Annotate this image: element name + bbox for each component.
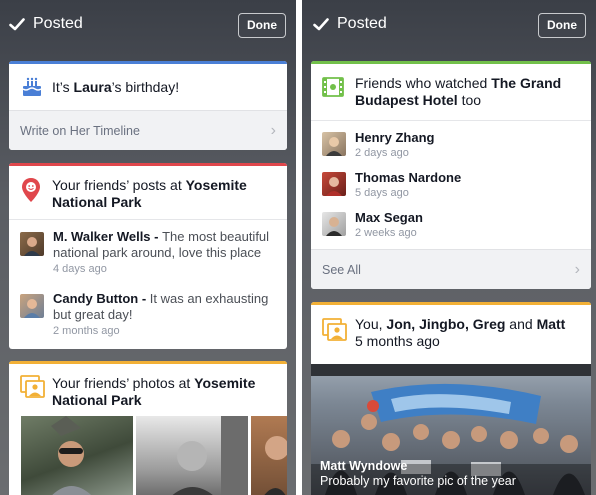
person-name[interactable]: Max Segan — [355, 210, 423, 226]
list-item: M. Walker Wells - The most beautiful nat… — [53, 229, 273, 276]
timestamp: 5 days ago — [355, 187, 409, 199]
top-bar: Posted Done — [302, 0, 596, 54]
chevron-right-icon: › — [270, 122, 276, 139]
list-item: Thomas Nardone 5 days ago — [355, 170, 461, 200]
posted-label: Posted — [337, 15, 387, 32]
person-name[interactable]: Henry Zhang — [355, 130, 434, 146]
checkmark-icon — [313, 17, 329, 30]
avatar[interactable] — [20, 294, 44, 318]
avatar[interactable] — [322, 172, 346, 196]
avatar[interactable] — [322, 132, 346, 156]
left-phone-screen: Posted Done It’s Laura’s birthday! Write… — [0, 0, 296, 495]
watched-title: Friends who watched The Grand Budapest Ho… — [355, 75, 562, 108]
group-photo-time: 5 months ago — [355, 333, 440, 349]
chevron-right-icon: › — [574, 261, 580, 278]
card-accent — [9, 61, 287, 64]
film-icon — [322, 77, 344, 102]
person-name[interactable]: Candy Button — [53, 291, 138, 306]
top-bar: Posted Done — [0, 0, 296, 54]
caption-author[interactable]: Matt Wyndowe — [320, 459, 516, 474]
list-item: Candy Button - It was an exhausting but … — [53, 291, 273, 338]
friends-posts-card: Your friends’ posts at Yosemite National … — [9, 163, 287, 349]
list-item: Max Segan 2 weeks ago — [355, 210, 423, 240]
location-pin-icon — [21, 177, 41, 208]
photos-icon — [20, 375, 46, 404]
card-accent — [311, 61, 591, 64]
done-button[interactable]: Done — [238, 13, 286, 38]
photos-icon — [322, 318, 348, 347]
group-photo-title: You, Jon, Jingbo, Greg and Matt 5 months… — [355, 316, 580, 350]
divider — [9, 219, 287, 220]
friend-photo[interactable] — [251, 416, 287, 495]
birthday-title: It’s Laura’s birthday! — [52, 79, 180, 95]
divider — [311, 120, 591, 121]
group-photo-card: You, Jon, Jingbo, Greg and Matt 5 months… — [311, 302, 591, 495]
friends-watched-card: Friends who watched The Grand Budapest Ho… — [311, 61, 591, 289]
person-name[interactable]: M. Walker Wells — [53, 229, 151, 244]
card-accent — [311, 302, 591, 305]
photos-title: Your friends’ photos at Yosemite National… — [52, 375, 256, 408]
card-accent — [9, 361, 287, 364]
done-button[interactable]: Done — [538, 13, 586, 38]
timestamp: 2 months ago — [53, 325, 120, 337]
write-on-timeline-button[interactable]: Write on Her Timeline › — [9, 110, 287, 150]
friend-photo[interactable] — [21, 416, 133, 495]
birthday-person[interactable]: Laura — [74, 79, 112, 95]
timestamp: 2 days ago — [355, 147, 409, 159]
see-all-button[interactable]: See All › — [311, 249, 591, 289]
caption-text: Probably my favorite pic of the year — [320, 474, 516, 488]
timestamp: 4 days ago — [53, 263, 107, 275]
posted-label: Posted — [33, 15, 83, 32]
list-item: Henry Zhang 2 days ago — [355, 130, 434, 160]
right-phone-screen: Posted Done Friends who watched The Gran… — [302, 0, 596, 495]
group-photo[interactable]: Matt Wyndowe Probably my favorite pic of… — [311, 364, 591, 495]
avatar[interactable] — [20, 232, 44, 256]
cake-icon — [21, 76, 43, 103]
avatar[interactable] — [322, 212, 346, 236]
birthday-card: It’s Laura’s birthday! Write on Her Time… — [9, 61, 287, 150]
posted-status: Posted — [9, 15, 83, 33]
photo-caption: Matt Wyndowe Probably my favorite pic of… — [320, 459, 516, 489]
person-name[interactable]: Thomas Nardone — [355, 170, 461, 186]
posts-title: Your friends’ posts at Yosemite National … — [52, 177, 247, 210]
timestamp: 2 weeks ago — [355, 227, 417, 239]
card-accent — [9, 163, 287, 166]
friends-photos-card: Your friends’ photos at Yosemite National… — [9, 361, 287, 495]
posted-status: Posted — [313, 15, 387, 33]
friend-photo[interactable] — [136, 416, 248, 495]
checkmark-icon — [9, 17, 25, 30]
